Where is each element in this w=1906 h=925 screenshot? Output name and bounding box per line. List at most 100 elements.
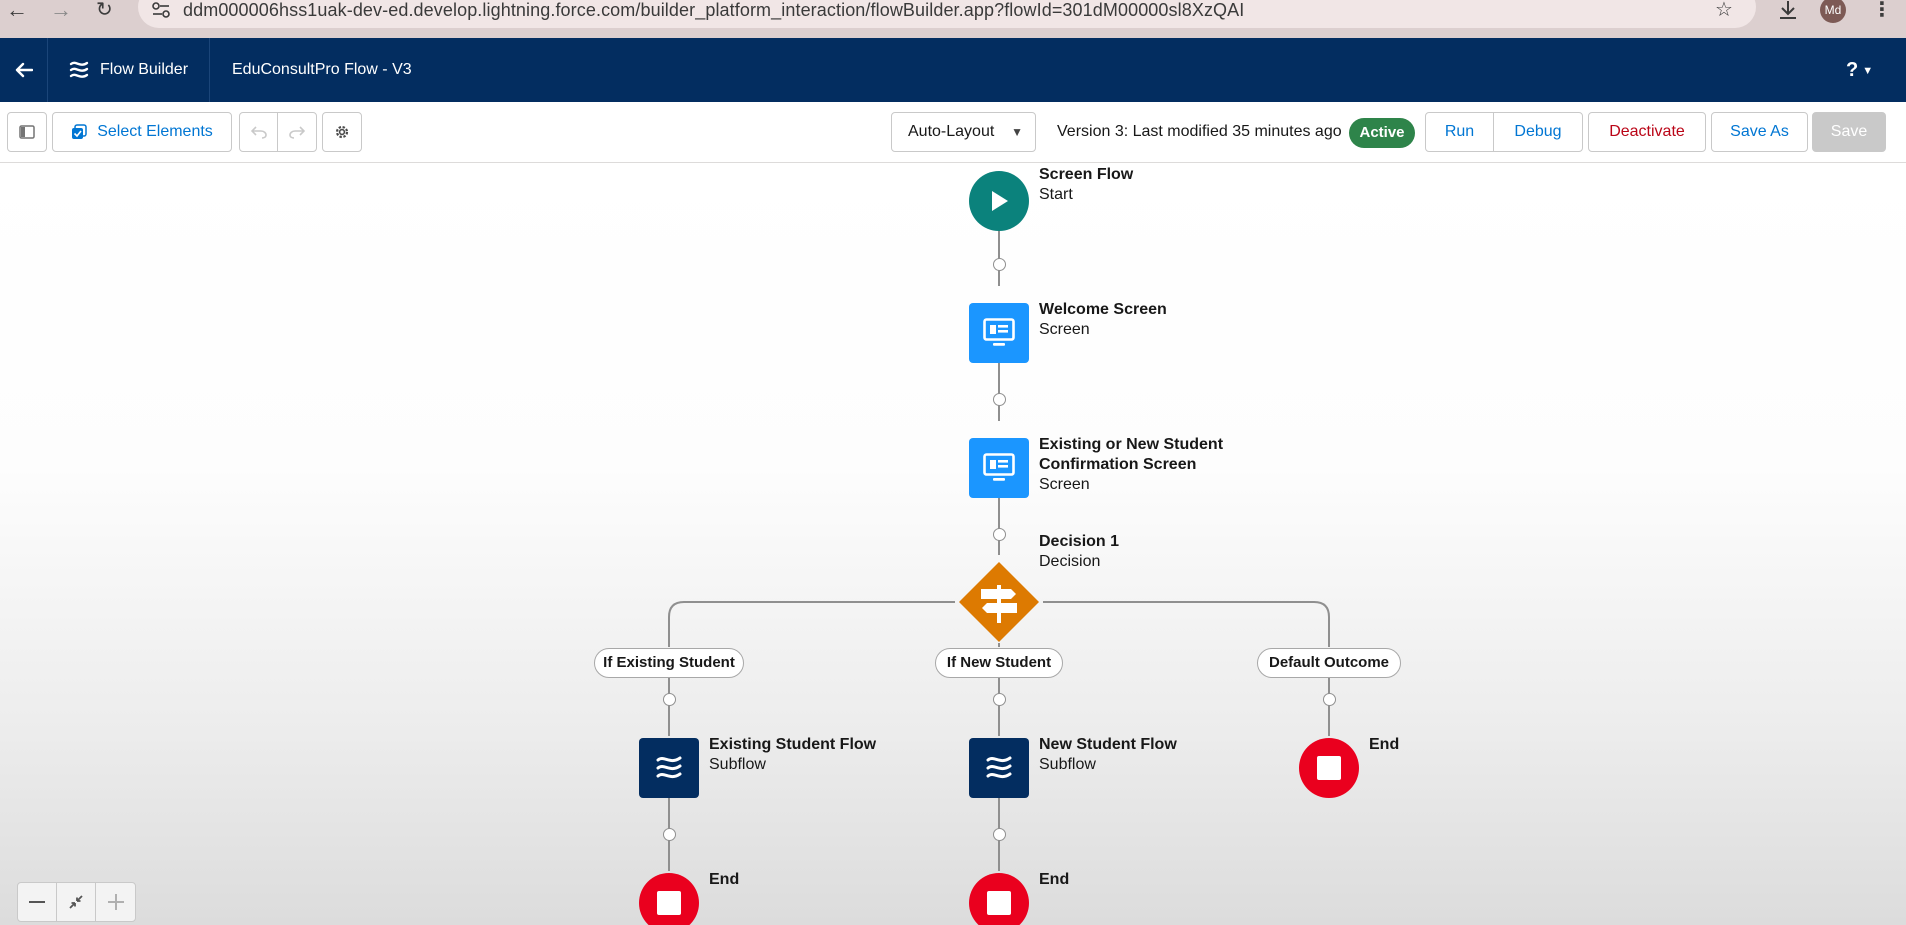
new-student-subflow-title: New Student Flow [1039, 736, 1177, 753]
play-icon [992, 191, 1008, 211]
url-text[interactable]: ddm000006hss1uak-dev-ed.develop.lightnin… [183, 0, 1244, 20]
end-node-existing[interactable] [639, 873, 699, 925]
app-brand: Flow Builder [48, 38, 210, 102]
welcome-screen-node[interactable] [969, 303, 1029, 363]
add-element-connector[interactable] [993, 693, 1006, 706]
browser-bar: ← → ↻ ddm000006hss1uak-dev-ed.develop.li… [0, 0, 1906, 38]
browser-reload-icon[interactable]: ↻ [96, 0, 113, 22]
stop-icon [657, 891, 681, 915]
add-element-connector[interactable] [993, 528, 1006, 541]
end-label: End [709, 871, 740, 888]
end-node-default-label: End [1369, 735, 1399, 755]
select-elements-button[interactable]: Select Elements [52, 112, 232, 152]
undo-button[interactable] [240, 113, 278, 151]
welcome-screen-subtitle: Screen [1039, 321, 1090, 338]
browser-back-icon[interactable]: ← [6, 0, 28, 22]
decision-shape [959, 562, 1039, 642]
welcome-screen-title: Welcome Screen [1039, 301, 1167, 318]
layout-select-value: Auto-Layout [908, 123, 995, 140]
add-element-connector[interactable] [993, 393, 1006, 406]
decision-title: Decision 1 [1039, 533, 1120, 550]
undo-icon [250, 126, 267, 139]
add-element-connector[interactable] [993, 258, 1006, 271]
help-icon: ? [1846, 59, 1859, 81]
decision-label: Decision 1 Decision [1039, 532, 1119, 572]
zoom-controls [17, 882, 136, 922]
app-name: Flow Builder [100, 61, 189, 78]
toolbar: Select Elements Auto-Layout ▼ Version 3:… [0, 102, 1906, 163]
flow-name: EduConsultPro Flow - V3 [232, 61, 412, 78]
back-button[interactable] [0, 38, 48, 102]
screen-icon [983, 453, 1015, 481]
outcome-pill-existing[interactable]: If Existing Student [594, 648, 744, 678]
fit-to-view-button[interactable] [57, 883, 96, 921]
subflow-icon [986, 756, 1012, 779]
end-node-existing-label: End [709, 870, 739, 890]
gear-icon [335, 125, 349, 139]
layout-select[interactable]: Auto-Layout ▼ [891, 112, 1036, 152]
browser-menu-icon[interactable]: ⋮ [1872, 0, 1892, 22]
select-elements-label: Select Elements [97, 123, 213, 140]
zoom-in-button[interactable] [96, 883, 135, 921]
undo-redo-group [239, 112, 317, 152]
screen-icon [983, 318, 1015, 346]
new-student-subflow-node[interactable] [969, 738, 1029, 798]
add-element-connector[interactable] [663, 828, 676, 841]
add-element-connector[interactable] [1323, 693, 1336, 706]
welcome-screen-label: Welcome Screen Screen [1039, 300, 1167, 340]
new-student-subflow-label: New Student Flow Subflow [1039, 735, 1177, 775]
existing-student-subflow-label: Existing Student Flow Subflow [709, 735, 876, 775]
chevron-down-icon: ▼ [1862, 64, 1874, 77]
confirmation-screen-node[interactable] [969, 438, 1029, 498]
panel-icon [19, 125, 35, 139]
deactivate-button[interactable]: Deactivate [1588, 112, 1706, 152]
flow-connectors [668, 230, 1330, 871]
bookmark-star-icon[interactable]: ☆ [1715, 0, 1733, 22]
app-header: Flow Builder EduConsultPro Flow - V3 ? ▼ [0, 38, 1906, 102]
site-settings-icon[interactable] [152, 2, 170, 18]
end-node-new-label: End [1039, 870, 1069, 890]
help-menu-button[interactable]: ? ▼ [1846, 60, 1873, 81]
confirmation-screen-subtitle: Screen [1039, 476, 1090, 493]
download-icon[interactable] [1778, 0, 1798, 20]
end-node-default[interactable] [1299, 738, 1359, 798]
decision-node[interactable] [959, 562, 1039, 642]
outcome-pill-default[interactable]: Default Outcome [1257, 648, 1401, 678]
zoom-out-button[interactable] [18, 883, 57, 921]
end-label: End [1369, 736, 1400, 753]
select-elements-icon [72, 124, 87, 139]
save-button[interactable]: Save [1812, 112, 1886, 152]
toggle-panel-button[interactable] [7, 112, 47, 152]
debug-button[interactable]: Debug [1494, 113, 1582, 151]
subflow-icon [656, 756, 682, 779]
version-info: Version 3: Last modified 35 minutes ago [1057, 123, 1342, 140]
existing-student-subflow-subtitle: Subflow [709, 756, 766, 773]
end-node-new[interactable] [969, 873, 1029, 925]
confirmation-screen-title-line2: Confirmation Screen [1039, 456, 1197, 473]
flow-builder-logo-icon [69, 61, 89, 78]
stop-icon [987, 891, 1011, 915]
add-element-connector[interactable] [663, 693, 676, 706]
decision-subtitle: Decision [1039, 553, 1101, 570]
start-node-label: Screen Flow Start [1039, 165, 1133, 205]
chevron-down-icon: ▼ [1011, 125, 1023, 139]
flow-settings-button[interactable] [322, 112, 362, 152]
redo-button[interactable] [278, 113, 316, 151]
start-node-title: Screen Flow [1039, 166, 1134, 183]
status-badge: Active [1349, 118, 1415, 148]
add-element-connector[interactable] [993, 828, 1006, 841]
new-student-subflow-subtitle: Subflow [1039, 756, 1096, 773]
plus-icon [107, 894, 124, 910]
profile-avatar[interactable]: Md [1820, 0, 1846, 23]
start-node[interactable] [969, 171, 1029, 231]
flow-canvas[interactable]: Screen Flow Start Welcome Screen Screen … [0, 163, 1906, 925]
browser-forward-icon[interactable]: → [50, 0, 72, 22]
run-debug-group: Run Debug [1425, 112, 1583, 152]
save-as-button[interactable]: Save As [1711, 112, 1808, 152]
confirmation-screen-title-line1: Existing or New Student [1039, 436, 1224, 453]
fit-view-icon [69, 895, 83, 909]
run-button[interactable]: Run [1426, 113, 1494, 151]
confirmation-screen-label: Existing or New Student Confirmation Scr… [1039, 435, 1223, 495]
existing-student-subflow-node[interactable] [639, 738, 699, 798]
outcome-pill-new[interactable]: If New Student [935, 648, 1063, 678]
